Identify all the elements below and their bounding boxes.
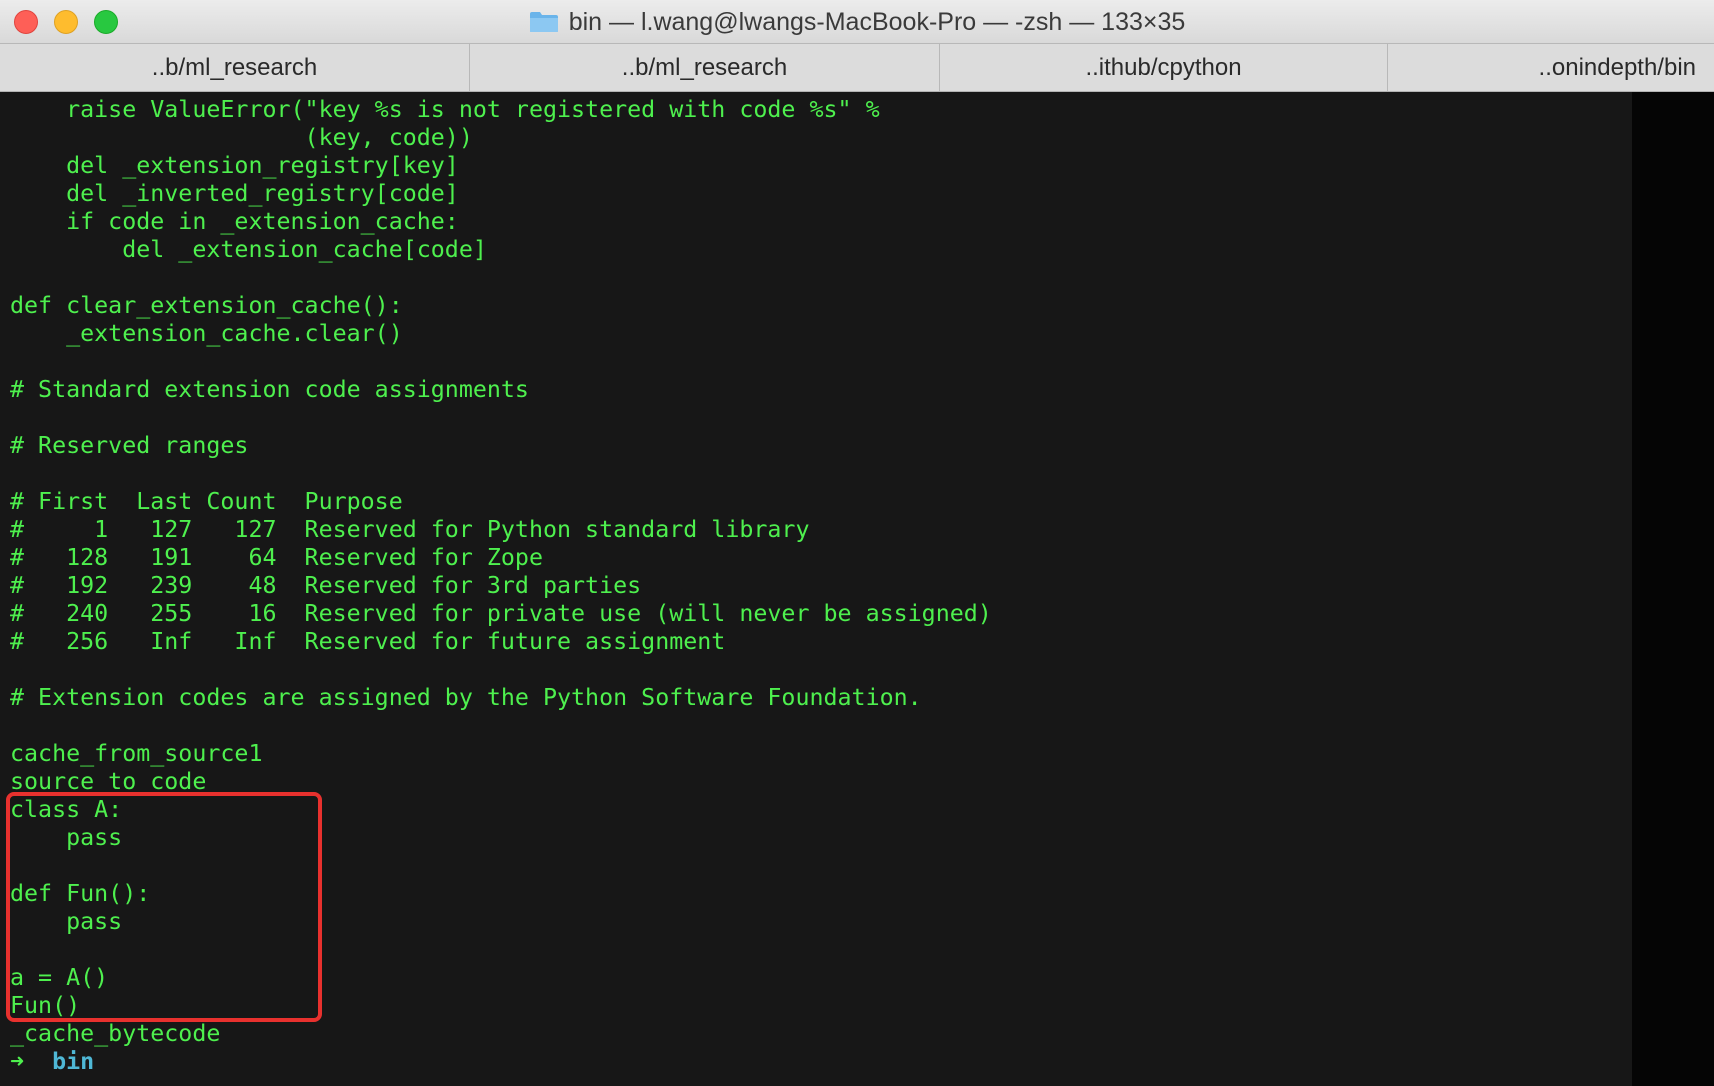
- red-highlight-box: [6, 792, 322, 1022]
- terminal-line: # 1 127 127 Reserved for Python standard…: [10, 516, 810, 543]
- tab-ml-research-2[interactable]: ..b/ml_research: [470, 44, 940, 91]
- terminal-line: _extension_cache.clear(): [10, 320, 403, 347]
- terminal-line: raise ValueError("key %s is not register…: [10, 96, 880, 123]
- window-title: bin — l.wang@lwangs-MacBook-Pro — -zsh —…: [0, 0, 1714, 44]
- terminal-line: del _extension_registry[key]: [10, 152, 459, 179]
- prompt-directory: bin: [52, 1048, 95, 1075]
- tab-label: ..onindepth/bin: [1538, 53, 1696, 81]
- terminal-line: # First Last Count Purpose: [10, 488, 403, 515]
- terminal-line: cache_from_source1: [10, 740, 263, 767]
- terminal-edge-shadow: [1632, 92, 1714, 1086]
- terminal-line: del _inverted_registry[code]: [10, 180, 459, 207]
- terminal-line: def clear_extension_cache():: [10, 292, 403, 319]
- tab-label: ..b/ml_research: [151, 53, 318, 81]
- terminal-line: # 240 255 16 Reserved for private use (w…: [10, 600, 992, 627]
- terminal-line: _cache_bytecode: [10, 1020, 221, 1047]
- tab-label: ..ithub/cpython: [1085, 53, 1242, 81]
- terminal-line: # Extension codes are assigned by the Py…: [10, 684, 922, 711]
- prompt-arrow-icon: ➜: [10, 1048, 25, 1075]
- terminal-line: del _extension_cache[code]: [10, 236, 487, 263]
- terminal-line: # 128 191 64 Reserved for Zope: [10, 544, 543, 571]
- terminal-line: # Reserved ranges: [10, 432, 249, 459]
- shell-prompt[interactable]: ➜ bin: [10, 1048, 992, 1076]
- tab-cpython[interactable]: ..ithub/cpython: [940, 44, 1388, 91]
- terminal-line: # Standard extension code assignments: [10, 376, 529, 403]
- tab-ml-research-1[interactable]: ..b/ml_research: [0, 44, 470, 91]
- tab-bin[interactable]: ..onindepth/bin: [1388, 44, 1714, 91]
- terminal-line: # 192 239 48 Reserved for 3rd parties: [10, 572, 642, 599]
- folder-icon: [529, 12, 558, 32]
- terminal-line: if code in _extension_cache:: [10, 208, 459, 235]
- terminal-line: (key, code)): [10, 124, 473, 151]
- tab-bar: ..b/ml_research ..b/ml_research ..ithub/…: [0, 44, 1714, 92]
- terminal-window: bin — l.wang@lwangs-MacBook-Pro — -zsh —…: [0, 0, 1714, 1086]
- terminal-content[interactable]: raise ValueError("key %s is not register…: [0, 92, 1714, 1086]
- window-title-text: bin — l.wang@lwangs-MacBook-Pro — -zsh —…: [568, 7, 1186, 36]
- terminal-line: # 256 Inf Inf Reserved for future assign…: [10, 628, 726, 655]
- title-bar[interactable]: bin — l.wang@lwangs-MacBook-Pro — -zsh —…: [0, 0, 1714, 44]
- tab-label: ..b/ml_research: [621, 53, 788, 81]
